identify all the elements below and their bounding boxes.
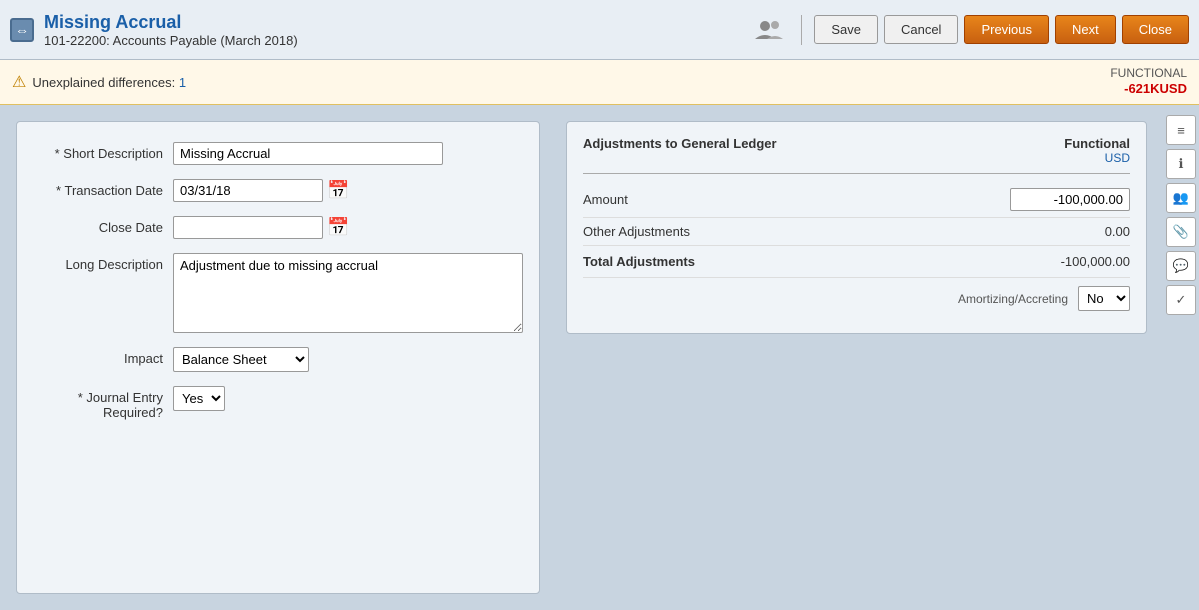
- amount-row: Amount: [583, 182, 1130, 218]
- left-panel: * Short Description * Transaction Date 📅…: [0, 105, 556, 610]
- close-date-input[interactable]: [173, 216, 323, 239]
- transaction-date-input[interactable]: [173, 179, 323, 202]
- header-titles: Missing Accrual 101-22200: Accounts Paya…: [44, 12, 298, 48]
- long-description-label: Long Description: [33, 253, 173, 272]
- paperclip-icon-button[interactable]: 📎: [1166, 217, 1196, 247]
- cancel-button[interactable]: Cancel: [884, 15, 958, 44]
- warning-left: ⚠ Unexplained differences: 1: [12, 72, 186, 92]
- right-panel: Adjustments to General Ledger Functional…: [556, 105, 1163, 610]
- adjustments-usd-label: USD: [1064, 151, 1130, 165]
- paperclip-icon: 📎: [1173, 224, 1189, 240]
- next-button[interactable]: Next: [1055, 15, 1116, 44]
- close-date-label: Close Date: [33, 216, 173, 235]
- amount-label: Amount: [583, 192, 628, 207]
- other-adjustments-value: 0.00: [1030, 224, 1130, 239]
- amortizing-select[interactable]: No Yes: [1078, 286, 1130, 311]
- adjustments-header: Adjustments to General Ledger Functional…: [583, 136, 1130, 174]
- adjustments-functional-label: Functional: [1064, 136, 1130, 151]
- users-icon: 👥: [1173, 190, 1189, 206]
- header-actions: Save Cancel Previous Next Close: [755, 15, 1189, 45]
- functional-block: FUNCTIONAL -621KUSD: [1110, 66, 1187, 98]
- page-title: Missing Accrual: [44, 12, 298, 33]
- previous-button[interactable]: Previous: [964, 15, 1049, 44]
- checklist-icon: ✓: [1176, 292, 1187, 308]
- long-description-textarea[interactable]: Adjustment due to missing accrual: [173, 253, 523, 333]
- form-card: * Short Description * Transaction Date 📅…: [16, 121, 540, 594]
- total-adjustments-label: Total Adjustments: [583, 254, 695, 269]
- close-date-wrapper: 📅: [173, 216, 349, 239]
- chat-icon-button[interactable]: 💬: [1166, 251, 1196, 281]
- warning-text: Unexplained differences: 1: [32, 75, 186, 90]
- other-adjustments-label: Other Adjustments: [583, 224, 690, 239]
- adjustments-header-right: Functional USD: [1064, 136, 1130, 165]
- impact-label: Impact: [33, 347, 173, 366]
- amortizing-label: Amortizing/Accreting: [583, 292, 1068, 306]
- warning-count-link[interactable]: 1: [179, 75, 186, 90]
- transaction-date-calendar-icon[interactable]: 📅: [327, 180, 349, 201]
- save-button[interactable]: Save: [814, 15, 878, 44]
- close-date-row: Close Date 📅: [33, 216, 523, 239]
- header-left: ⇔ Missing Accrual 101-22200: Accounts Pa…: [10, 12, 755, 48]
- close-date-calendar-icon[interactable]: 📅: [327, 217, 349, 238]
- short-description-label: * Short Description: [33, 142, 173, 161]
- right-sidebar: ≡ ℹ 👥 📎 💬 ✓: [1163, 105, 1199, 610]
- journal-entry-row: * Journal Entry Required? Yes No: [33, 386, 523, 420]
- list-icon: ≡: [1177, 123, 1185, 138]
- other-adjustments-row: Other Adjustments 0.00: [583, 218, 1130, 246]
- short-description-row: * Short Description: [33, 142, 523, 165]
- close-button[interactable]: Close: [1122, 15, 1189, 44]
- warning-icon: ⚠: [12, 72, 26, 92]
- main-content: * Short Description * Transaction Date 📅…: [0, 105, 1199, 610]
- amount-input[interactable]: [1010, 188, 1130, 211]
- impact-row: Impact Balance Sheet Income Statement No…: [33, 347, 523, 372]
- checklist-icon-button[interactable]: ✓: [1166, 285, 1196, 315]
- functional-label: FUNCTIONAL: [1110, 66, 1187, 80]
- transaction-date-row: * Transaction Date 📅: [33, 179, 523, 202]
- info-icon: ℹ: [1179, 156, 1184, 172]
- amortizing-row: Amortizing/Accreting No Yes: [583, 278, 1130, 319]
- journal-entry-select[interactable]: Yes No: [173, 386, 225, 411]
- adjustments-title: Adjustments to General Ledger: [583, 136, 777, 165]
- expand-collapse-icon[interactable]: ⇔: [10, 18, 34, 42]
- header: ⇔ Missing Accrual 101-22200: Accounts Pa…: [0, 0, 1199, 60]
- long-description-row: Long Description Adjustment due to missi…: [33, 253, 523, 333]
- chat-icon: 💬: [1173, 258, 1189, 274]
- transaction-date-wrapper: 📅: [173, 179, 349, 202]
- user-group-icon: [755, 19, 783, 41]
- header-divider: [801, 15, 802, 45]
- list-icon-button[interactable]: ≡: [1166, 115, 1196, 145]
- adjustments-card: Adjustments to General Ledger Functional…: [566, 121, 1147, 334]
- impact-select[interactable]: Balance Sheet Income Statement None: [173, 347, 309, 372]
- total-adjustments-value: -100,000.00: [1030, 254, 1130, 269]
- warning-bar: ⚠ Unexplained differences: 1 FUNCTIONAL …: [0, 60, 1199, 105]
- functional-value: -621KUSD: [1110, 80, 1187, 98]
- info-icon-button[interactable]: ℹ: [1166, 149, 1196, 179]
- transaction-date-label: * Transaction Date: [33, 179, 173, 198]
- total-adjustments-row: Total Adjustments -100,000.00: [583, 246, 1130, 278]
- journal-entry-label: * Journal Entry Required?: [33, 386, 173, 420]
- short-description-input[interactable]: [173, 142, 443, 165]
- users-icon-button[interactable]: 👥: [1166, 183, 1196, 213]
- page-subtitle: 101-22200: Accounts Payable (March 2018): [44, 33, 298, 48]
- user-icon-group: [755, 19, 783, 41]
